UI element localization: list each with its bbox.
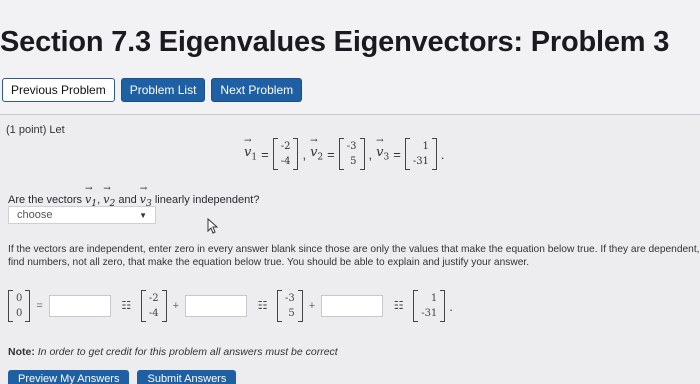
answer-buttons: Preview My Answers Submit Answers [8, 370, 237, 384]
equation-editor-grid-icon[interactable]: ☷ [251, 297, 273, 315]
mouse-cursor-icon [207, 218, 219, 234]
plus-sign: + [308, 300, 316, 312]
coefficient-input-3[interactable] [321, 295, 384, 317]
zero-entry-1: 0 [16, 293, 23, 304]
equals-sign: = [261, 146, 269, 162]
equation-editor-grid-icon[interactable]: ☷ [387, 297, 409, 315]
vector-1-matrix-eq: -2 -4 [140, 290, 167, 322]
vector-1-matrix: -2 -4 [272, 138, 299, 170]
select-value: choose [17, 209, 53, 221]
coefficient-input-1[interactable] [48, 295, 111, 317]
vector-label-1: v1 [244, 136, 257, 162]
problem-list-button[interactable]: Problem List [120, 78, 206, 102]
note-text: Note: In order to get credit for this pr… [8, 346, 338, 358]
equals-sign: = [36, 300, 43, 312]
vector-2-matrix: -3 5 [338, 138, 365, 170]
vector-3-entry-2: -31 [412, 156, 429, 167]
vector-label-3: v3 [376, 136, 389, 162]
coefficient-input-2[interactable] [185, 295, 247, 317]
next-problem-button[interactable]: Next Problem [211, 78, 303, 102]
vector-3-entry-1: 1 [422, 141, 429, 152]
linear-combination-equation: 00 = ☷ -2 -4 + ☷ -3 5 + ☷ 1 -31 . [8, 286, 453, 326]
plus-sign: + [172, 300, 179, 312]
previous-problem-button[interactable]: Previous Problem [2, 78, 115, 102]
preview-answers-button[interactable]: Preview My Answers [8, 370, 130, 384]
vector-1-entry-1: -2 [280, 141, 291, 152]
chevron-down-icon: ▼ [139, 210, 147, 220]
submit-answers-button[interactable]: Submit Answers [137, 370, 237, 384]
independence-select[interactable]: choose ▼ [8, 206, 156, 224]
vector-2-matrix-eq: -3 5 [277, 290, 303, 322]
vector-1-entry-2: -4 [280, 156, 291, 167]
vector-3-matrix-eq: 1 -31 [413, 290, 446, 322]
vector-2-entry-1: -3 [346, 141, 357, 152]
vector-definitions: v1 = -2-4 , v2 = -35 , v3 = 1-31 . [244, 136, 445, 170]
page-title: Section 7.3 Eigenvalues Eigenvectors: Pr… [0, 26, 670, 58]
equation-editor-grid-icon[interactable]: ☷ [115, 297, 137, 315]
vector-2-entry-2: 5 [350, 156, 357, 167]
point-label: (1 point) Let [6, 124, 65, 136]
equals-sign: = [393, 146, 401, 162]
equals-sign: = [327, 146, 335, 162]
zero-vector-matrix: 00 [8, 290, 31, 322]
zero-entry-2: 0 [16, 308, 23, 319]
vector-label-2: v2 [310, 136, 323, 162]
problem-nav: Previous Problem Problem List Next Probl… [2, 78, 303, 102]
vector-3-matrix: 1 -31 [404, 138, 437, 170]
instructions-text: If the vectors are independent, enter ze… [8, 244, 700, 268]
